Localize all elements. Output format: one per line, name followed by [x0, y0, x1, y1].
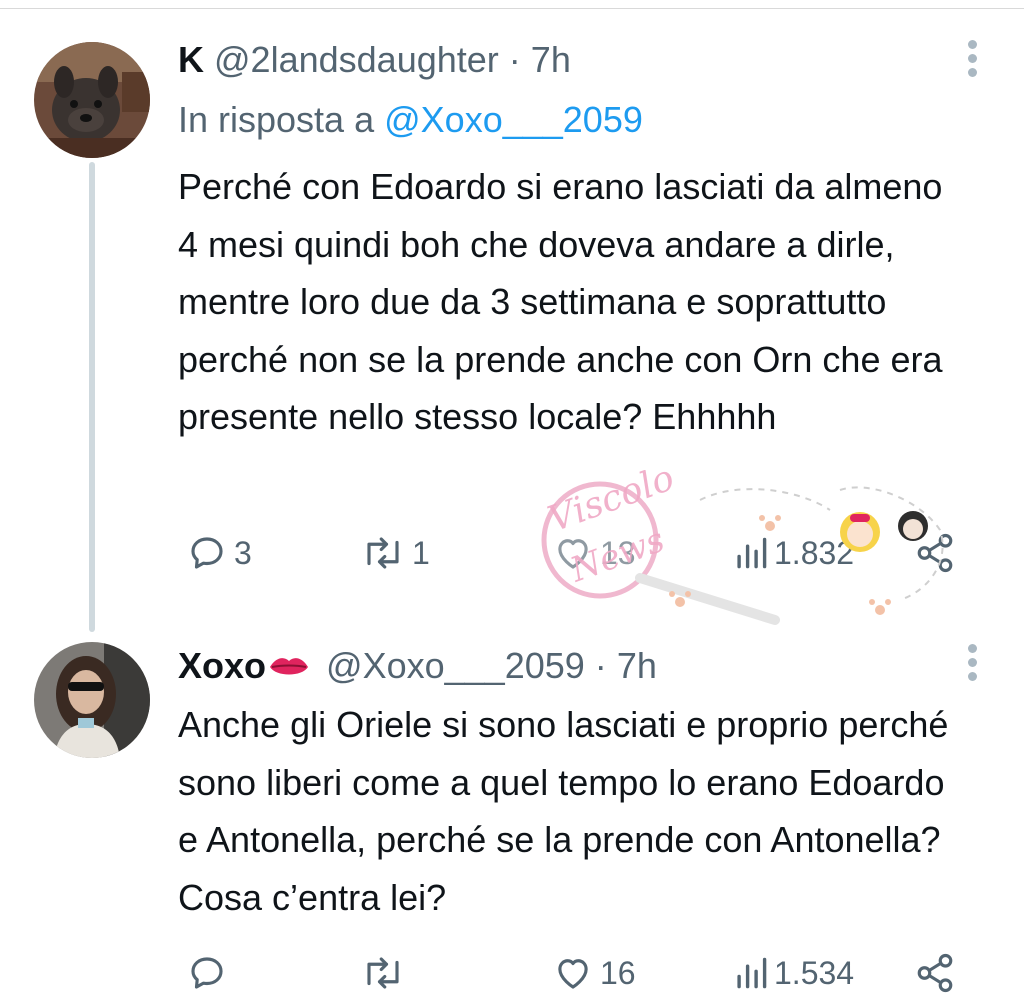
share-button[interactable] [914, 948, 956, 993]
tweet-header: K @2landsdaughter · 7h [178, 30, 964, 90]
separator-dot: · [594, 645, 607, 686]
timestamp[interactable]: 7h [617, 645, 657, 686]
share-button[interactable] [914, 528, 956, 578]
reply-context: In risposta a @Xoxo___2059 [178, 90, 964, 150]
lips-emoji-icon [270, 658, 309, 675]
retweet-button[interactable] [360, 948, 412, 993]
like-count: 13 [600, 534, 636, 571]
tweet-reply[interactable]: Xoxo @Xoxo___2059 · 7h Anche gli Oriele … [0, 636, 1024, 993]
top-divider [0, 8, 1024, 9]
thread-connector-line [89, 162, 95, 632]
share-icon [917, 533, 953, 573]
tweet-content: K @2landsdaughter · 7h In risposta a @Xo… [178, 30, 964, 446]
avatar[interactable] [34, 642, 150, 758]
like-count: 16 [600, 954, 636, 991]
reply-count: 3 [234, 534, 252, 571]
like-button[interactable]: 13 [552, 528, 636, 578]
heart-icon [558, 959, 588, 989]
more-vertical-icon[interactable] [968, 40, 978, 82]
retweet-button[interactable]: 1 [360, 528, 430, 578]
view-count: 1.832 [774, 534, 855, 571]
display-name[interactable]: K [178, 39, 204, 80]
tweet-text: Anche gli Oriele si sono lasciati e prop… [178, 704, 949, 918]
views-button[interactable]: 1.832 [734, 528, 854, 578]
more-vertical-icon[interactable] [968, 644, 978, 686]
reply-button[interactable]: 3 [186, 528, 252, 578]
views-icon [737, 537, 767, 569]
avatar[interactable] [34, 42, 150, 158]
reply-mention-link[interactable]: @Xoxo___2059 [384, 99, 643, 140]
tweet-text: Perché con Edoardo si erano lasciati da … [178, 166, 943, 437]
reply-prefix: In risposta a [178, 99, 375, 140]
user-handle[interactable]: @Xoxo___2059 [326, 645, 585, 686]
heart-icon [558, 539, 588, 569]
retweet-icon [367, 957, 399, 989]
action-bar: 16 1.534 [180, 948, 970, 993]
views-button[interactable]: 1.534 [734, 948, 854, 993]
avatar-dog-image [34, 42, 150, 158]
avatar-person-image [34, 642, 150, 758]
reply-button[interactable] [186, 948, 234, 993]
display-name[interactable]: Xoxo [178, 645, 266, 686]
tweet-content: Xoxo @Xoxo___2059 · 7h Anche gli Oriele … [178, 636, 964, 926]
separator-dot: · [508, 39, 521, 80]
comment-icon [191, 537, 223, 569]
share-icon [917, 953, 953, 993]
tweet-parent[interactable]: K @2landsdaughter · 7h In risposta a @Xo… [0, 30, 1024, 632]
tweet-header: Xoxo @Xoxo___2059 · 7h [178, 636, 964, 696]
views-icon [737, 957, 767, 989]
like-button[interactable]: 16 [552, 948, 636, 993]
action-bar: 3 1 13 1.832 [180, 528, 970, 578]
view-count: 1.534 [774, 954, 855, 991]
user-handle[interactable]: @2landsdaughter [214, 39, 499, 80]
retweet-count: 1 [412, 534, 430, 571]
retweet-icon [367, 537, 399, 569]
comment-icon [191, 957, 223, 989]
timestamp[interactable]: 7h [531, 39, 571, 80]
